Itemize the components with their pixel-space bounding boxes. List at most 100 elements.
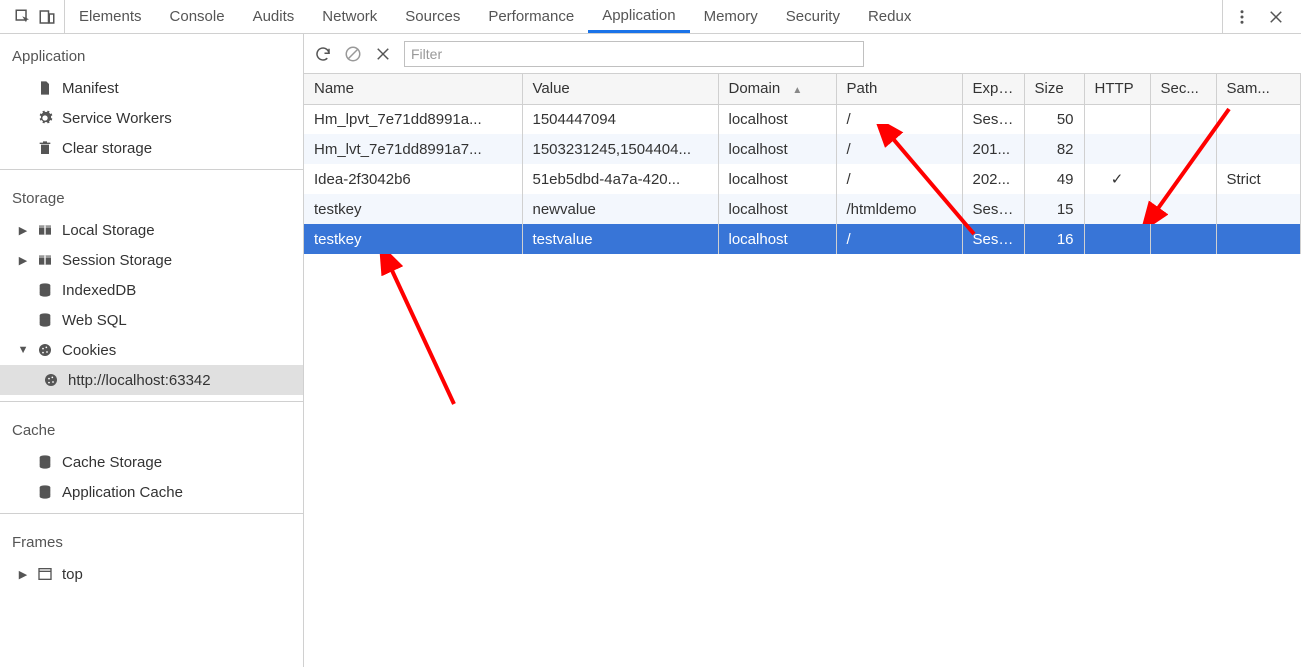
cell-http[interactable]: ✓ [1084,164,1150,194]
cell-name[interactable]: Idea-2f3042b6 [304,164,522,194]
filter-input[interactable] [404,41,864,67]
cell-samesite[interactable] [1216,224,1301,254]
cell-domain[interactable]: localhost [718,194,836,224]
cell-size[interactable]: 82 [1024,134,1084,164]
cell-path[interactable]: / [836,134,962,164]
sidebar-item-service-workers[interactable]: Service Workers [0,103,303,133]
collapse-arrow-icon[interactable]: ▼ [18,344,28,356]
col-header-domain[interactable]: Domain ▲ [718,74,836,104]
sidebar-item-websql[interactable]: Web SQL [0,305,303,335]
cell-http[interactable] [1084,134,1150,164]
cell-size[interactable]: 49 [1024,164,1084,194]
sidebar-item-frame-top[interactable]: ▶ top [0,559,303,589]
inspect-element-icon[interactable] [14,8,32,26]
col-header-secure[interactable]: Sec... [1150,74,1216,104]
tab-redux[interactable]: Redux [854,0,925,33]
cell-expires[interactable]: 202... [962,164,1024,194]
cell-value[interactable]: 51eb5dbd-4a7a-420... [522,164,718,194]
col-header-path[interactable]: Path [836,74,962,104]
cell-secure[interactable] [1150,224,1216,254]
cell-samesite[interactable]: Strict [1216,164,1301,194]
cell-secure[interactable] [1150,104,1216,134]
cell-name[interactable]: testkey [304,194,522,224]
refresh-icon[interactable] [314,45,332,63]
cell-size[interactable]: 15 [1024,194,1084,224]
cell-path[interactable]: /htmldemo [836,194,962,224]
sidebar-item-manifest[interactable]: Manifest [0,73,303,103]
col-header-samesite[interactable]: Sam... [1216,74,1301,104]
clear-all-icon[interactable] [344,45,362,63]
expand-arrow-icon[interactable]: ▶ [18,568,28,581]
col-header-expires[interactable]: Expi... [962,74,1024,104]
cell-path[interactable]: / [836,104,962,134]
table-row[interactable]: testkeytestvaluelocalhost/Sess...16 [304,224,1301,254]
cell-path[interactable]: / [836,224,962,254]
tab-console[interactable]: Console [156,0,239,33]
table-row[interactable]: Hm_lvt_7e71dd8991a7...1503231245,1504404… [304,134,1301,164]
cell-secure[interactable] [1150,134,1216,164]
cell-http[interactable] [1084,224,1150,254]
cell-samesite[interactable] [1216,194,1301,224]
cell-secure[interactable] [1150,194,1216,224]
table-row[interactable]: Hm_lpvt_7e71dd8991a...1504447094localhos… [304,104,1301,134]
cell-value[interactable]: newvalue [522,194,718,224]
tab-network[interactable]: Network [308,0,391,33]
tab-audits[interactable]: Audits [239,0,309,33]
cell-domain[interactable]: localhost [718,104,836,134]
cell-domain[interactable]: localhost [718,224,836,254]
cell-path[interactable]: / [836,164,962,194]
table-row[interactable]: testkeynewvaluelocalhost/htmldemoSess...… [304,194,1301,224]
expand-arrow-icon[interactable]: ▶ [18,224,28,237]
sidebar-item-cookies[interactable]: ▼ Cookies [0,335,303,365]
cell-domain[interactable]: localhost [718,164,836,194]
sort-asc-icon: ▲ [790,84,804,98]
sidebar-item-cookies-origin[interactable]: http://localhost:63342 [0,365,303,395]
sidebar-item-local-storage[interactable]: ▶ Local Storage [0,215,303,245]
cell-http[interactable] [1084,194,1150,224]
cell-size[interactable]: 50 [1024,104,1084,134]
cell-name[interactable]: Hm_lpvt_7e71dd8991a... [304,104,522,134]
cell-samesite[interactable] [1216,104,1301,134]
delete-selected-icon[interactable] [374,45,392,63]
tab-memory[interactable]: Memory [690,0,772,33]
cell-size[interactable]: 16 [1024,224,1084,254]
cell-value[interactable]: 1504447094 [522,104,718,134]
section-application: Application [0,34,303,73]
cell-http[interactable] [1084,104,1150,134]
col-header-http[interactable]: HTTP [1084,74,1150,104]
cell-value[interactable]: 1503231245,1504404... [522,134,718,164]
tab-sources[interactable]: Sources [391,0,474,33]
cell-samesite[interactable] [1216,134,1301,164]
cell-name[interactable]: testkey [304,224,522,254]
expand-arrow-icon[interactable]: ▶ [18,254,28,267]
tab-elements[interactable]: Elements [65,0,156,33]
devtools-tabs: Elements Console Audits Network Sources … [65,0,1222,33]
close-devtools-icon[interactable] [1267,8,1285,26]
kebab-menu-icon[interactable] [1233,8,1251,26]
sidebar-item-clear-storage[interactable]: Clear storage [0,133,303,163]
application-sidebar: Application Manifest Service Workers Cle… [0,34,304,667]
cell-expires[interactable]: 201... [962,134,1024,164]
col-header-value[interactable]: Value [522,74,718,104]
tab-performance[interactable]: Performance [474,0,588,33]
sidebar-item-indexeddb[interactable]: IndexedDB [0,275,303,305]
tab-security[interactable]: Security [772,0,854,33]
tab-application[interactable]: Application [588,0,689,33]
sidebar-item-cache-storage[interactable]: Cache Storage [0,447,303,477]
cell-expires[interactable]: Sess... [962,224,1024,254]
col-header-name[interactable]: Name [304,74,522,104]
cell-domain[interactable]: localhost [718,134,836,164]
database-icon [36,483,54,501]
sidebar-item-label: Clear storage [62,140,152,157]
cell-secure[interactable] [1150,164,1216,194]
sidebar-item-session-storage[interactable]: ▶ Session Storage [0,245,303,275]
device-toolbar-icon[interactable] [38,8,56,26]
sidebar-item-application-cache[interactable]: Application Cache [0,477,303,507]
cell-expires[interactable]: Sess... [962,194,1024,224]
cell-value[interactable]: testvalue [522,224,718,254]
cell-expires[interactable]: Sess... [962,104,1024,134]
cell-name[interactable]: Hm_lvt_7e71dd8991a7... [304,134,522,164]
table-row[interactable]: Idea-2f3042b651eb5dbd-4a7a-420...localho… [304,164,1301,194]
sidebar-item-label: Service Workers [62,110,172,127]
col-header-size[interactable]: Size [1024,74,1084,104]
